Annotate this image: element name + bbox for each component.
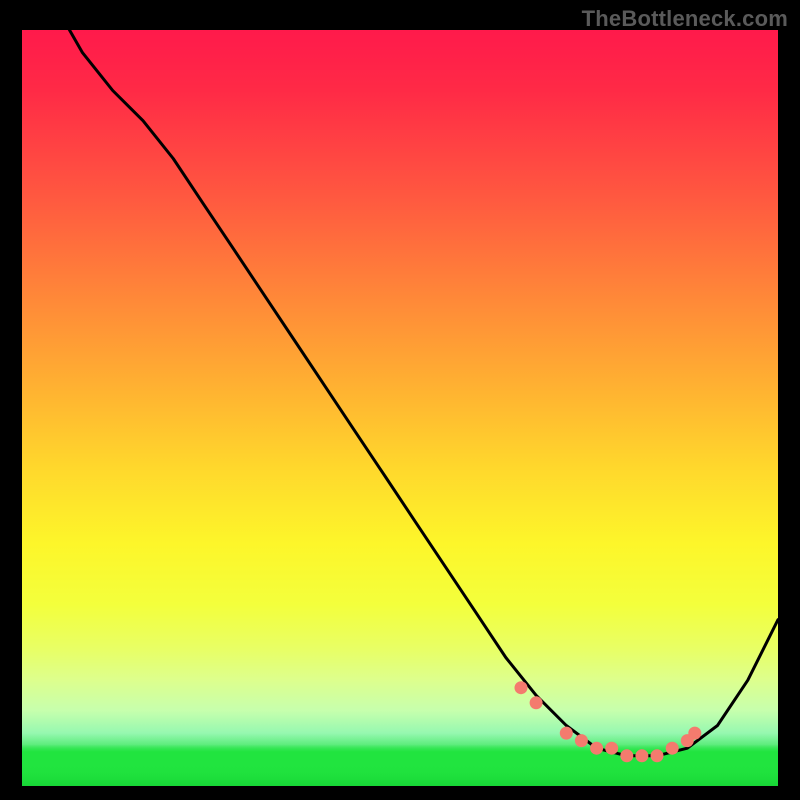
data-marker [560, 727, 572, 739]
data-marker [636, 750, 648, 762]
data-markers [515, 682, 701, 762]
data-marker [515, 682, 527, 694]
watermark-text: TheBottleneck.com [582, 6, 788, 32]
bottleneck-curve [22, 30, 778, 756]
data-marker [621, 750, 633, 762]
data-marker [606, 742, 618, 754]
curve-svg [22, 30, 778, 786]
plot-area [22, 30, 778, 786]
chart-frame: TheBottleneck.com [0, 0, 800, 800]
data-marker [689, 727, 701, 739]
data-marker [666, 742, 678, 754]
data-marker [530, 697, 542, 709]
data-marker [575, 735, 587, 747]
data-marker [591, 742, 603, 754]
data-marker [651, 750, 663, 762]
